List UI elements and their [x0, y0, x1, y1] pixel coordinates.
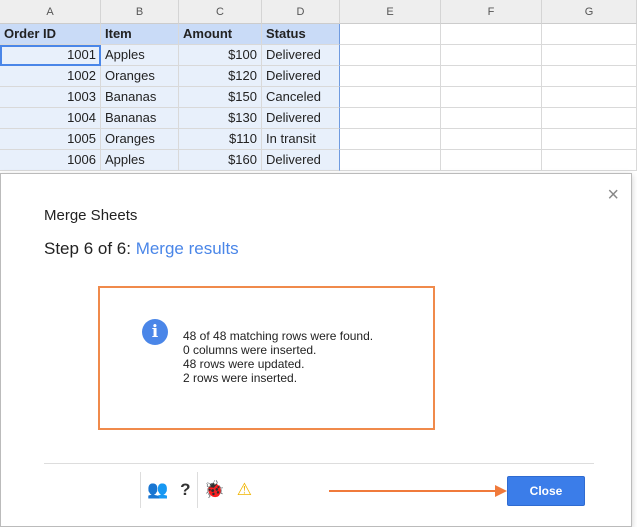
- column-headers: ABCDEFG: [0, 0, 637, 24]
- cell[interactable]: Order ID: [0, 24, 101, 45]
- cell[interactable]: [441, 87, 542, 108]
- contact-support-icon[interactable]: 👥: [141, 480, 174, 500]
- cell[interactable]: Apples: [101, 150, 179, 171]
- message: 48 of 48 matching rows were found.: [183, 329, 374, 343]
- results-messages: 48 of 48 matching rows were found. 0 col…: [183, 329, 373, 385]
- table-row: Order ID Item Amount Status: [0, 24, 637, 45]
- cell[interactable]: [542, 45, 637, 66]
- table-row: 1006 Apples $160 Delivered: [0, 150, 637, 171]
- results-box: i 48 of 48 matching rows were found. 0 c…: [98, 286, 435, 430]
- warning-icon[interactable]: ⚠: [231, 480, 258, 500]
- cell[interactable]: $100: [179, 45, 262, 66]
- cell[interactable]: [340, 66, 441, 87]
- cell[interactable]: $160: [179, 150, 262, 171]
- footer-toolbar: 👥 ? 🐞 ⚠: [140, 470, 258, 510]
- table-row: 1005 Oranges $110 In transit: [0, 129, 637, 150]
- cell[interactable]: [441, 24, 542, 45]
- step-indicator: Step 6 of 6: Merge results: [44, 239, 239, 259]
- cell[interactable]: 1001: [0, 45, 101, 66]
- message: 2 rows were inserted.: [183, 371, 298, 385]
- cell[interactable]: Item: [101, 24, 179, 45]
- cell[interactable]: 1002: [0, 66, 101, 87]
- cell[interactable]: Delivered: [262, 108, 340, 129]
- step-prefix: Step 6 of 6:: [44, 239, 136, 258]
- cell[interactable]: [340, 24, 441, 45]
- cell[interactable]: $150: [179, 87, 262, 108]
- close-icon[interactable]: ×: [607, 184, 619, 207]
- arrow-annotation: [329, 485, 507, 497]
- merge-sheets-dialog: × Merge Sheets Step 6 of 6: Merge result…: [0, 173, 632, 527]
- cell[interactable]: [441, 66, 542, 87]
- column-header[interactable]: B: [101, 0, 179, 24]
- cell[interactable]: [340, 87, 441, 108]
- cell[interactable]: [340, 129, 441, 150]
- cell[interactable]: [441, 45, 542, 66]
- cell[interactable]: [340, 150, 441, 171]
- cell[interactable]: [441, 108, 542, 129]
- cell[interactable]: Delivered: [262, 45, 340, 66]
- cell[interactable]: $120: [179, 66, 262, 87]
- message: 48 rows were updated.: [183, 357, 305, 371]
- column-header[interactable]: A: [0, 0, 101, 24]
- cell[interactable]: Delivered: [262, 150, 340, 171]
- help-icon[interactable]: ?: [174, 480, 196, 500]
- cell[interactable]: [340, 108, 441, 129]
- cell[interactable]: Oranges: [101, 66, 179, 87]
- column-header[interactable]: G: [542, 0, 637, 24]
- cell[interactable]: 1004: [0, 108, 101, 129]
- cell[interactable]: [542, 129, 637, 150]
- cell[interactable]: [441, 129, 542, 150]
- column-header[interactable]: F: [441, 0, 542, 24]
- spreadsheet-grid: ABCDEFG Order ID Item Amount Status 1001 Appl…: [0, 0, 637, 171]
- cell[interactable]: Bananas: [101, 108, 179, 129]
- cell[interactable]: Amount: [179, 24, 262, 45]
- cell[interactable]: [542, 108, 637, 129]
- cell[interactable]: Status: [262, 24, 340, 45]
- cell[interactable]: $110: [179, 129, 262, 150]
- cell[interactable]: In transit: [262, 129, 340, 150]
- divider: [44, 463, 594, 464]
- step-name: Merge results: [135, 239, 239, 258]
- cell[interactable]: [340, 45, 441, 66]
- cell[interactable]: [441, 150, 542, 171]
- table-row: 1002 Oranges $120 Delivered: [0, 66, 637, 87]
- column-header[interactable]: E: [340, 0, 441, 24]
- cell[interactable]: [542, 24, 637, 45]
- cell[interactable]: [542, 66, 637, 87]
- bug-report-icon[interactable]: 🐞: [198, 480, 231, 500]
- cell[interactable]: Apples: [101, 45, 179, 66]
- cell[interactable]: Canceled: [262, 87, 340, 108]
- table-row: 1003 Bananas $150 Canceled: [0, 87, 637, 108]
- cell[interactable]: [542, 87, 637, 108]
- message: 0 columns were inserted.: [183, 343, 317, 357]
- close-button[interactable]: Close: [507, 476, 585, 506]
- cell[interactable]: [542, 150, 637, 171]
- cell[interactable]: 1003: [0, 87, 101, 108]
- info-icon: i: [142, 319, 168, 345]
- table-row: 1001 Apples $100 Delivered: [0, 45, 637, 66]
- cell[interactable]: Bananas: [101, 87, 179, 108]
- cell[interactable]: 1006: [0, 150, 101, 171]
- dialog-title: Merge Sheets: [44, 207, 138, 224]
- cell[interactable]: $130: [179, 108, 262, 129]
- cell[interactable]: Oranges: [101, 129, 179, 150]
- table-row: 1004 Bananas $130 Delivered: [0, 108, 637, 129]
- column-header[interactable]: C: [179, 0, 262, 24]
- cell[interactable]: Delivered: [262, 66, 340, 87]
- cell[interactable]: 1005: [0, 129, 101, 150]
- column-header[interactable]: D: [262, 0, 340, 24]
